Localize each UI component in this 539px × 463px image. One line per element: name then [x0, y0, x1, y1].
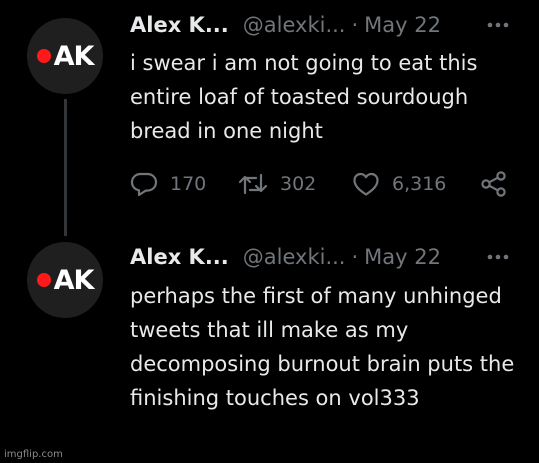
author-name[interactable]: Alex K... — [130, 13, 229, 37]
tweet-date[interactable]: May 22 — [364, 13, 441, 37]
share-button[interactable] — [480, 169, 508, 199]
avatar-red-dot — [36, 49, 51, 63]
thread-connector-line — [64, 99, 67, 236]
more-icon — [487, 22, 509, 28]
retweet-count: 302 — [280, 173, 317, 195]
author-handle[interactable]: @alexki... — [243, 245, 346, 269]
more-options-button[interactable] — [487, 242, 509, 272]
avatar-initials: AK — [53, 264, 95, 296]
more-icon — [487, 254, 509, 260]
header-separator: · — [351, 245, 359, 269]
retweet-icon — [238, 173, 268, 195]
avatar-initials: AK — [53, 40, 95, 72]
tweet-text: i swear i am not going to eat this entir… — [130, 51, 478, 143]
like-button[interactable]: 6,316 — [352, 169, 446, 199]
tweet-actions: 170 302 6,316 — [130, 169, 520, 199]
reply-count: 170 — [170, 173, 207, 195]
tweet-header: Alex K... @alexki... · May 22 — [130, 242, 509, 272]
header-separator: · — [351, 13, 359, 37]
tweet-text: perhaps the first of many unhinged tweet… — [130, 284, 515, 410]
share-icon — [481, 171, 506, 197]
avatar[interactable]: AK — [27, 18, 103, 94]
avatar[interactable]: AK — [27, 242, 103, 318]
tweet-date[interactable]: May 22 — [364, 245, 441, 269]
reply-button[interactable]: 170 — [130, 169, 206, 199]
watermark: imgflip.com — [4, 449, 63, 460]
avatar-red-dot — [36, 273, 51, 287]
like-icon — [353, 172, 379, 196]
reply-icon — [130, 172, 158, 197]
more-options-button[interactable] — [487, 10, 509, 40]
author-handle[interactable]: @alexki... — [243, 13, 346, 37]
retweet-button[interactable]: 302 — [238, 169, 316, 199]
author-name[interactable]: Alex K... — [130, 245, 229, 269]
tweet-header: Alex K... @alexki... · May 22 — [130, 10, 509, 40]
like-count: 6,316 — [392, 173, 447, 195]
